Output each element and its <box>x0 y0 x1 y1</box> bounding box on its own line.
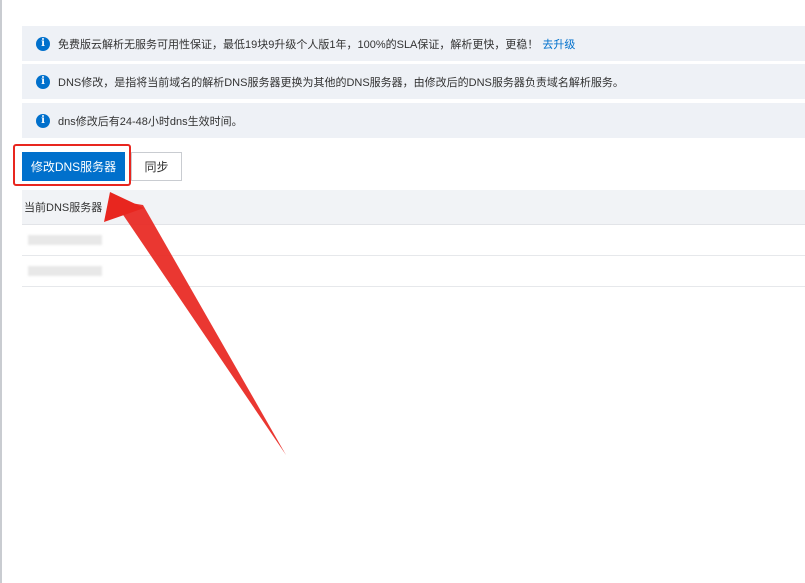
arrow-shaft <box>113 200 286 455</box>
annotation-arrow <box>104 192 286 455</box>
